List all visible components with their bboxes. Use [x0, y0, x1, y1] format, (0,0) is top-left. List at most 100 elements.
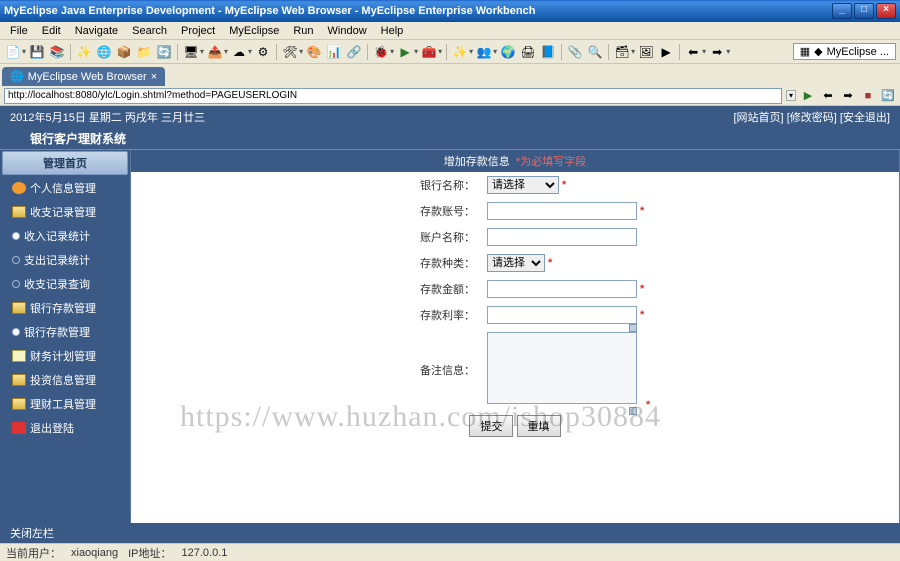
nav-item-expense-stats[interactable]: 支出记录统计 — [0, 248, 130, 272]
close-button[interactable]: × — [876, 3, 896, 19]
go-icon[interactable]: ▶ — [800, 88, 816, 104]
nav-item-record-query[interactable]: 收支记录查询 — [0, 272, 130, 296]
palette-icon[interactable]: 🎨 — [305, 43, 323, 61]
search-icon[interactable]: 🔍 — [586, 43, 604, 61]
menu-window[interactable]: Window — [322, 24, 373, 38]
magic-icon[interactable]: ✨ — [451, 43, 469, 61]
tool-icon[interactable]: 🛠 — [281, 43, 299, 61]
maximize-button[interactable]: □ — [854, 3, 874, 19]
dropdown-icon[interactable]: ▾ — [248, 47, 252, 56]
book-icon[interactable]: 📘 — [539, 43, 557, 61]
stop-icon[interactable]: ■ — [860, 88, 876, 104]
tab-browser[interactable]: 🌐 MyEclipse Web Browser × — [2, 67, 165, 86]
dropdown-icon[interactable]: ▾ — [469, 47, 473, 56]
gear-icon[interactable]: ⚙ — [254, 43, 272, 61]
dropdown-icon[interactable]: ▾ — [22, 47, 26, 56]
dropdown-icon[interactable]: ▾ — [493, 47, 497, 56]
reset-button[interactable]: 重填 — [517, 415, 561, 437]
debug-icon[interactable]: 🐞 — [372, 43, 390, 61]
nav-item-logout[interactable]: 退出登陆 — [0, 416, 130, 440]
dropdown-icon[interactable]: ▾ — [631, 47, 635, 56]
close-icon[interactable]: × — [151, 71, 157, 83]
nav-label: 理财工具管理 — [30, 396, 96, 412]
dropdown-icon[interactable]: ▾ — [414, 47, 418, 56]
menu-file[interactable]: File — [4, 24, 34, 38]
menu-myeclipse[interactable]: MyEclipse — [223, 24, 285, 38]
accountname-input[interactable] — [487, 228, 637, 246]
task-icon[interactable]: 📎 — [566, 43, 584, 61]
link-exit[interactable]: [安全退出] — [840, 112, 890, 124]
submit-button[interactable]: 提交 — [469, 415, 513, 437]
nav-forward-icon[interactable]: ➡ — [840, 88, 856, 104]
bank-select[interactable]: 请选择 — [487, 176, 559, 194]
new-icon[interactable]: 📄 — [4, 43, 22, 61]
address-dropdown[interactable]: ▾ — [786, 90, 796, 101]
nav-item-deposit2[interactable]: 银行存款管理 — [0, 320, 130, 344]
menu-help[interactable]: Help — [375, 24, 410, 38]
refresh-icon[interactable]: 🔄 — [155, 43, 173, 61]
dropdown-icon[interactable]: ▾ — [438, 47, 442, 56]
nav-item-deposit1[interactable]: 银行存款管理 — [0, 296, 130, 320]
folder-icon — [12, 398, 26, 410]
minimize-button[interactable]: _ — [832, 3, 852, 19]
rate-input[interactable] — [487, 306, 637, 324]
link-icon[interactable]: 🔗 — [345, 43, 363, 61]
address-input[interactable] — [4, 88, 782, 104]
external-icon[interactable]: 🧰 — [420, 43, 438, 61]
back-icon[interactable]: ⬅ — [684, 43, 702, 61]
required-mark: * — [640, 283, 644, 295]
link-password[interactable]: [修改密码] — [787, 112, 837, 124]
content-area: 管理首页 个人信息管理 收支记录管理 收入记录统计 支出记录统计 收支记录查询 … — [0, 150, 900, 523]
remark-textarea[interactable] — [487, 332, 637, 404]
nav-back-icon[interactable]: ⬅ — [820, 88, 836, 104]
dropdown-icon[interactable]: ▾ — [390, 47, 394, 56]
nav-item-plan[interactable]: 财务计划管理 — [0, 344, 130, 368]
earth-icon[interactable]: 🌍 — [499, 43, 517, 61]
forward-icon[interactable]: ➡ — [708, 43, 726, 61]
refresh-icon[interactable]: 🔄 — [880, 88, 896, 104]
amount-input[interactable] — [487, 280, 637, 298]
dropdown-icon[interactable]: ▾ — [299, 47, 303, 56]
run-icon[interactable]: ▶ — [396, 43, 414, 61]
folder-icon[interactable]: 📁 — [135, 43, 153, 61]
server-icon[interactable]: 🖥 — [182, 43, 200, 61]
deploy-icon[interactable]: 📤 — [206, 43, 224, 61]
resize-handle-icon[interactable] — [629, 324, 637, 332]
group-icon[interactable]: 👥 — [475, 43, 493, 61]
type-select[interactable]: 请选择 — [487, 254, 545, 272]
menu-navigate[interactable]: Navigate — [69, 24, 124, 38]
print-icon[interactable]: 🖨 — [519, 43, 537, 61]
dropdown-icon[interactable]: ▾ — [224, 47, 228, 56]
nav-item-personal[interactable]: 个人信息管理 — [0, 176, 130, 200]
required-mark: * — [548, 257, 552, 269]
amount-label: 存款金额： — [131, 276, 481, 302]
dropdown-icon[interactable]: ▾ — [702, 47, 706, 56]
link-home[interactable]: [网站首页] — [734, 112, 784, 124]
menu-run[interactable]: Run — [287, 24, 319, 38]
nav-item-invest[interactable]: 投资信息管理 — [0, 368, 130, 392]
account-input[interactable] — [487, 202, 637, 220]
menu-project[interactable]: Project — [175, 24, 221, 38]
wizard-icon[interactable]: ✨ — [75, 43, 93, 61]
nav-item-income-stats[interactable]: 收入记录统计 — [0, 224, 130, 248]
save-icon[interactable]: 💾 — [28, 43, 46, 61]
close-left-link[interactable]: 关闭左栏 — [10, 525, 54, 541]
menu-edit[interactable]: Edit — [36, 24, 67, 38]
nav-item-records[interactable]: 收支记录管理 — [0, 200, 130, 224]
package-icon[interactable]: 📦 — [115, 43, 133, 61]
menu-search[interactable]: Search — [126, 24, 173, 38]
chart-icon[interactable]: 📊 — [325, 43, 343, 61]
play-icon[interactable]: ▶ — [657, 43, 675, 61]
dropdown-icon[interactable]: ▾ — [726, 47, 730, 56]
required-mark: * — [562, 179, 566, 191]
perspective-switcher[interactable]: ▦ ◆ MyEclipse ... — [793, 43, 896, 60]
dropdown-icon[interactable]: ▾ — [200, 47, 204, 56]
resize-handle-icon[interactable] — [629, 407, 637, 415]
nav-header[interactable]: 管理首页 — [2, 151, 128, 175]
browser-icon[interactable]: 🌐 — [95, 43, 113, 61]
db-icon[interactable]: 🗃 — [613, 43, 631, 61]
cloud-icon[interactable]: ☁ — [230, 43, 248, 61]
nav-item-tool[interactable]: 理财工具管理 — [0, 392, 130, 416]
image-icon[interactable]: 🖼 — [637, 43, 655, 61]
save-all-icon[interactable]: 📚 — [48, 43, 66, 61]
